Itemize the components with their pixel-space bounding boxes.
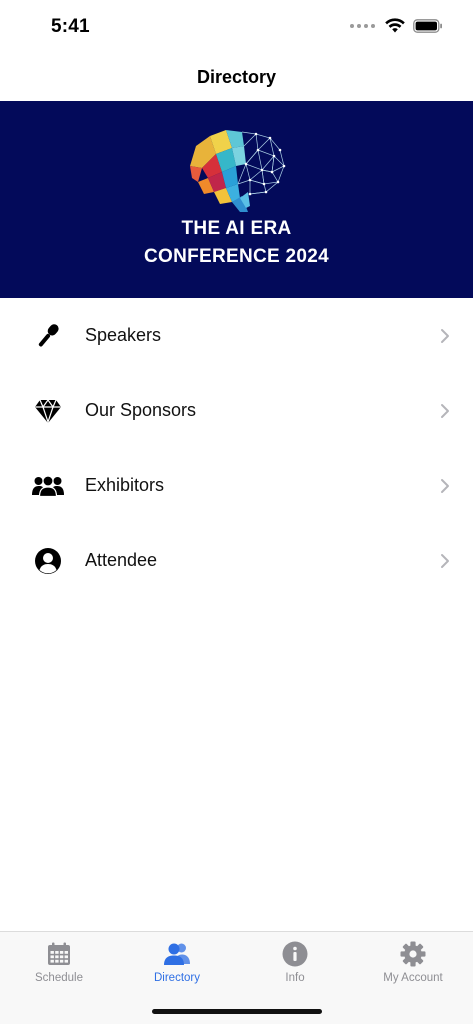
banner-title-line2: CONFERENCE 2024 [143,246,330,267]
signal-dots-icon [350,23,375,28]
tab-label: Schedule [35,972,83,984]
directory-list: Speakers Our Sponsors Exhibitors Attende… [0,298,473,598]
tab-my-account[interactable]: My Account [354,932,472,992]
info-icon [281,940,309,968]
directory-item-label: Exhibitors [85,475,165,495]
tab-label: Info [285,972,305,984]
chevron-right-icon [441,403,449,418]
user-circle-icon [32,545,64,577]
directory-item-label: Attendee [85,550,158,570]
directory-item-label: Speakers [85,325,162,345]
battery-icon [413,18,442,33]
directory-screen: 5:41 Directory THE AI ERA CONFERENCE 202… [0,0,473,1024]
chevron-right-icon [441,478,449,493]
tab-info[interactable]: Info [236,932,354,992]
directory-item-exhibitors[interactable]: Exhibitors [0,448,473,523]
conference-banner: THE AI ERA CONFERENCE 2024 [0,101,473,298]
tab-label: Directory [153,972,200,984]
nav-header: Directory [0,54,473,101]
ai-brain-logo [190,130,286,212]
directory-item-label: Our Sponsors [85,400,197,420]
page-title: Directory [196,67,277,87]
diamond-icon [32,395,64,427]
chevron-right-icon [441,328,449,343]
group-icon [32,470,64,502]
banner-title-line1: THE AI ERA [181,218,292,239]
calendar-icon [45,940,73,968]
directory-item-speakers[interactable]: Speakers [0,298,473,373]
directory-item-attendee[interactable]: Attendee [0,523,473,598]
wifi-icon [385,18,405,33]
home-indicator [152,1009,322,1014]
tab-label: My Account [383,972,443,984]
status-icons [350,18,443,33]
status-bar: 5:41 [0,0,473,54]
users-icon [163,940,191,968]
status-time: 5:41 [51,16,90,37]
tab-directory[interactable]: Directory [118,932,236,992]
tab-schedule[interactable]: Schedule [0,932,118,992]
microphone-icon [32,320,64,352]
gear-icon [399,940,427,968]
chevron-right-icon [441,553,449,568]
directory-item-sponsors[interactable]: Our Sponsors [0,373,473,448]
